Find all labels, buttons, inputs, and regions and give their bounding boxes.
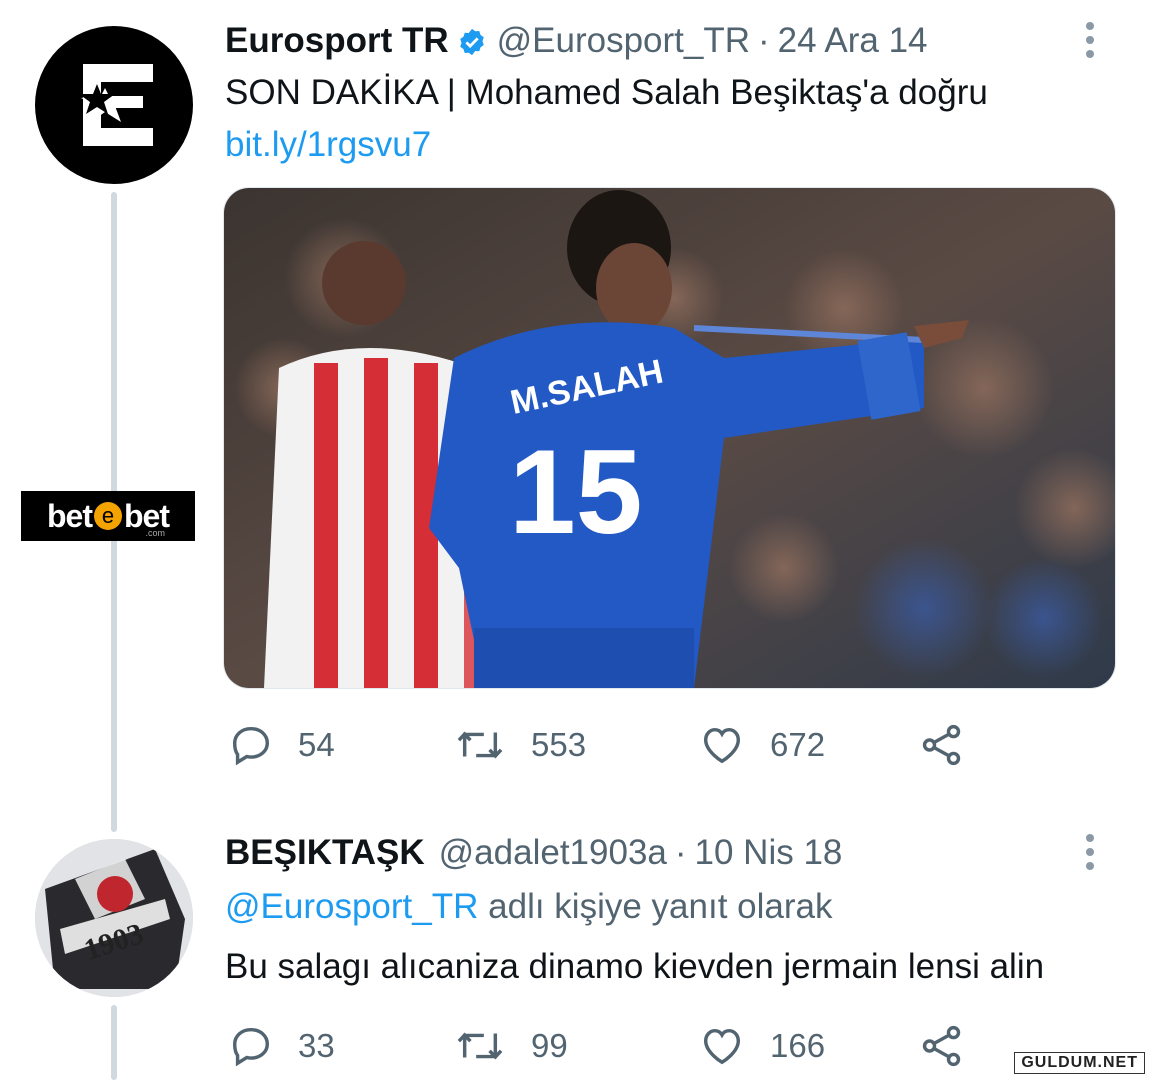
reply-button[interactable]: 54 — [228, 720, 335, 770]
tweet1-header: Eurosport TR @Eurosport_TR · 24 Ara 14 — [225, 21, 928, 61]
retweet-button[interactable]: 553 — [453, 720, 586, 770]
watermark: GULDUM.NET — [1014, 1052, 1145, 1074]
tweet1-link[interactable]: bit.ly/1rgsvu7 — [225, 125, 431, 165]
more-options-icon[interactable] — [1084, 832, 1096, 872]
reply-count: 33 — [298, 1027, 335, 1064]
tweet2-reply-context: @Eurosport_TR adlı kişiye yanıt olarak — [225, 887, 832, 927]
more-options-icon[interactable] — [1084, 20, 1096, 60]
eurosport-avatar[interactable] — [35, 26, 193, 184]
reply-icon — [228, 1023, 274, 1069]
share-button[interactable] — [918, 1021, 966, 1071]
besiktask-avatar[interactable]: 1903 — [35, 839, 193, 997]
sponsor-sub: .com — [145, 528, 165, 538]
tweet1-media-photo[interactable]: M.SALAH 15 — [223, 187, 1116, 689]
tweet1-author-name[interactable]: Eurosport TR — [225, 21, 449, 61]
sponsor-mark: e — [94, 502, 122, 530]
tweet1-date[interactable]: 24 Ara 14 — [778, 21, 928, 61]
tweet1-handle[interactable]: @Eurosport_TR — [497, 21, 750, 61]
tweet2-author-name[interactable]: BEŞIKTAŞK — [225, 833, 425, 873]
media-jersey-number: 15 — [509, 425, 642, 559]
share-button[interactable] — [918, 720, 966, 770]
tweet2-handle[interactable]: @adalet1903a — [439, 833, 667, 873]
retweet-button[interactable]: 99 — [453, 1021, 568, 1071]
tweet1-actions: 54 553 672 — [228, 720, 988, 770]
like-count: 166 — [770, 1027, 826, 1064]
reply-to-handle[interactable]: @Eurosport_TR — [225, 887, 478, 926]
tweet2-header: BEŞIKTAŞK @adalet1903a · 10 Nis 18 — [225, 833, 842, 873]
reply-count: 54 — [298, 726, 335, 763]
tweet1-separator: · — [758, 21, 770, 60]
share-icon — [918, 722, 966, 768]
reply-icon — [228, 722, 274, 768]
retweet-count: 553 — [531, 726, 587, 763]
retweet-icon — [453, 1023, 507, 1069]
tweet2-date[interactable]: 10 Nis 18 — [695, 833, 843, 873]
retweet-icon — [453, 722, 507, 768]
like-icon — [698, 722, 746, 768]
verified-badge-icon — [457, 26, 487, 56]
tweet1-text: SON DAKİKA | Mohamed Salah Beşiktaş'a do… — [225, 73, 988, 112]
tweet2-separator: · — [674, 833, 687, 872]
like-icon — [698, 1023, 746, 1069]
reply-to-suffix: adlı kişiye yanıt olarak — [488, 887, 833, 926]
like-button[interactable]: 166 — [698, 1021, 825, 1071]
reply-button[interactable]: 33 — [228, 1021, 335, 1071]
thread-line-bottom — [111, 1005, 117, 1080]
tweet2-actions: 33 99 166 — [228, 1021, 988, 1071]
retweet-count: 99 — [531, 1027, 568, 1064]
sponsor-text-left: bet — [47, 497, 93, 534]
like-count: 672 — [770, 726, 826, 763]
like-button[interactable]: 672 — [698, 720, 825, 770]
share-icon — [918, 1023, 966, 1069]
sponsor-logo: bet e bet .com — [21, 491, 195, 541]
tweet2-text: Bu salagı alıcaniza dinamo kievden jerma… — [225, 947, 1045, 986]
